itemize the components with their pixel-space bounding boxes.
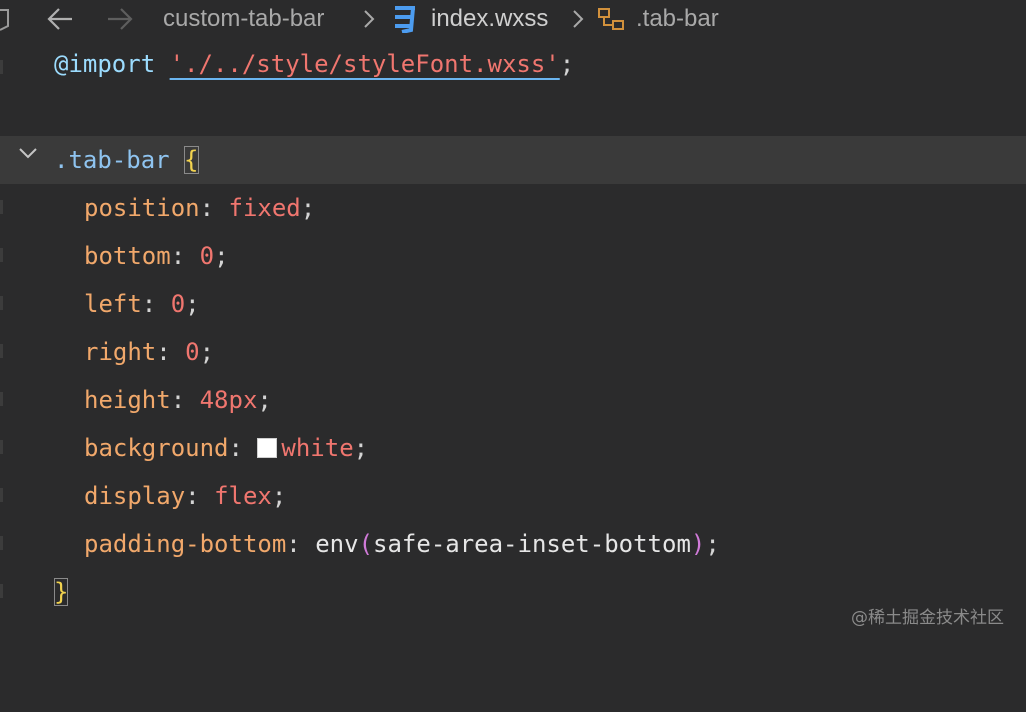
close-brace: } (54, 578, 69, 606)
semicolon: ; (559, 50, 575, 78)
breadcrumb-folder[interactable]: custom-tab-bar (163, 2, 324, 36)
css-property: padding-bottom (84, 530, 287, 558)
code-line-decl[interactable]: position: fixed; (0, 184, 1026, 232)
code-line-import[interactable]: @import './../style/styleFont.wxss'; (0, 40, 1026, 88)
code-line-decl[interactable]: background: white; (0, 424, 1026, 472)
css-file-icon (392, 5, 418, 40)
breadcrumb-file[interactable]: index.wxss (431, 2, 548, 36)
code-line-decl[interactable]: left: 0; (0, 280, 1026, 328)
forward-button[interactable] (104, 6, 134, 39)
css-value: fixed (228, 194, 301, 222)
css-value: 0 (199, 242, 215, 270)
chevron-right-icon (573, 10, 584, 28)
css-property: background (84, 434, 229, 462)
css-property: left (84, 290, 142, 318)
css-property: right (84, 338, 157, 366)
back-button[interactable] (46, 6, 76, 39)
panel-edge-icon (0, 9, 9, 31)
chevron-right-icon (364, 10, 375, 28)
code-line-decl[interactable]: bottom: 0; (0, 232, 1026, 280)
css-function-arg: safe-area-inset-bottom (373, 530, 691, 558)
css-function: env (315, 530, 359, 558)
breadcrumb-separator (362, 8, 376, 37)
css-selector: .tab-bar (54, 146, 170, 174)
symbol-selector-icon (597, 6, 627, 39)
code-line-decl[interactable]: right: 0; (0, 328, 1026, 376)
code-line-decl[interactable]: padding-bottom: env(safe-area-inset-bott… (0, 520, 1026, 568)
fold-chevron-icon[interactable] (18, 143, 38, 163)
css-value: white (281, 434, 354, 462)
breadcrumb-separator (571, 8, 585, 37)
css-property: bottom (84, 242, 171, 270)
css-value: flex (214, 482, 272, 510)
code-line-decl[interactable]: height: 48px; (0, 376, 1026, 424)
css-value: 48px (199, 386, 258, 414)
breadcrumb-bar: custom-tab-bar index.wxss .tab-bar (0, 0, 1026, 38)
open-brace: { (184, 146, 199, 174)
css-property: display (84, 482, 186, 510)
breadcrumb-symbol[interactable]: .tab-bar (636, 2, 719, 36)
code-line-decl[interactable]: display: flex; (0, 472, 1026, 520)
import-keyword: @import (54, 50, 156, 78)
css-value: 0 (170, 290, 186, 318)
code-line-selector[interactable]: .tab-bar { (0, 136, 1026, 184)
arrow-left-icon (47, 8, 72, 30)
css-value: 0 (185, 338, 200, 366)
color-swatch[interactable] (257, 438, 278, 458)
css-property: height (84, 386, 171, 414)
watermark: @稀土掘金技术社区 (851, 608, 1004, 628)
css-property: position (84, 194, 200, 222)
import-path[interactable]: './../style/styleFont.wxss' (170, 50, 560, 78)
arrow-right-icon (108, 8, 133, 30)
